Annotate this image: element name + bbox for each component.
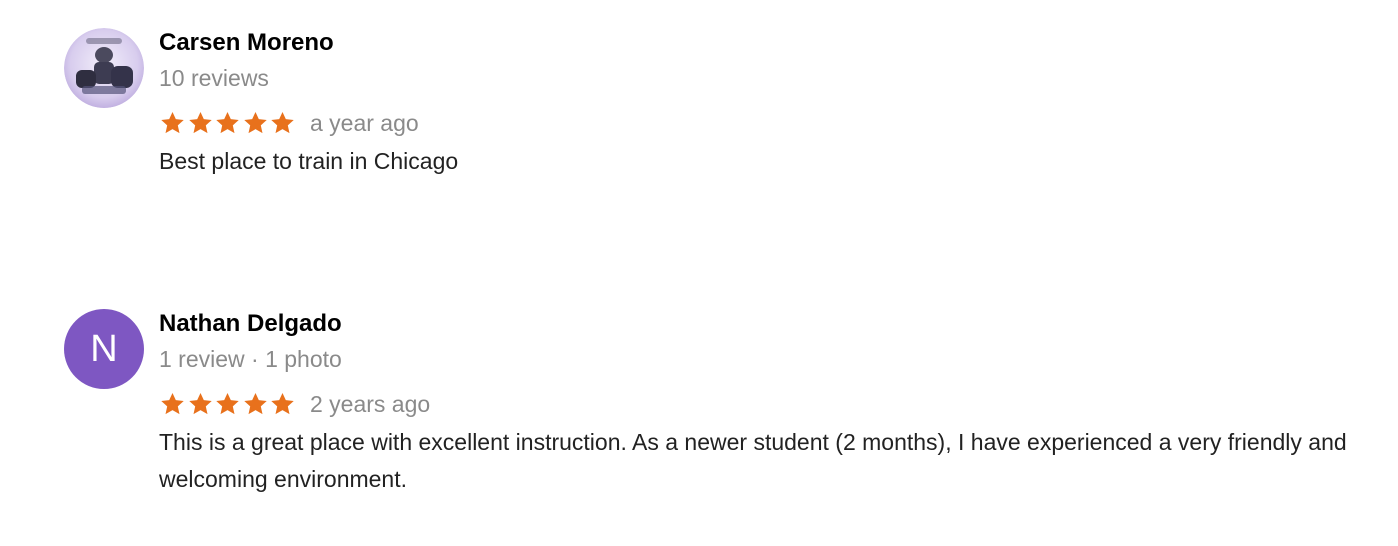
- star-icon: [188, 392, 212, 415]
- avatar-photo-icon: [64, 28, 144, 108]
- review-content: Nathan Delgado 1 review · 1 photo 2 year…: [159, 309, 1384, 498]
- avatar-letter: N: [90, 328, 118, 370]
- star-icon: [244, 392, 267, 415]
- star-icon: [161, 392, 184, 415]
- star-icon: [244, 111, 267, 134]
- star-rating: [159, 108, 297, 138]
- star-icon: [216, 111, 239, 134]
- review-text: This is a great place with excellent ins…: [159, 429, 1347, 492]
- review-text: Best place to train in Chicago: [159, 148, 459, 174]
- star-icon: [271, 111, 295, 134]
- author-meta: 1 review · 1 photo: [159, 346, 342, 372]
- author-meta: 10 reviews: [159, 65, 269, 91]
- star-icon: [216, 392, 239, 415]
- star-rating: [159, 389, 297, 419]
- rating-row: 2 years ago: [159, 389, 1384, 419]
- rating-row: a year ago: [159, 108, 1384, 138]
- star-icon: [271, 392, 295, 415]
- star-icon: [188, 111, 212, 134]
- avatar[interactable]: N: [64, 309, 144, 389]
- review-date: a year ago: [309, 110, 419, 136]
- review-content: Carsen Moreno 10 reviews a year ago Best…: [159, 28, 1384, 180]
- author-name[interactable]: Carsen Moreno: [159, 28, 1384, 58]
- avatar[interactable]: [64, 28, 144, 108]
- author-name[interactable]: Nathan Delgado: [159, 309, 1384, 339]
- review-date: 2 years ago: [309, 391, 431, 417]
- star-icon: [161, 111, 184, 134]
